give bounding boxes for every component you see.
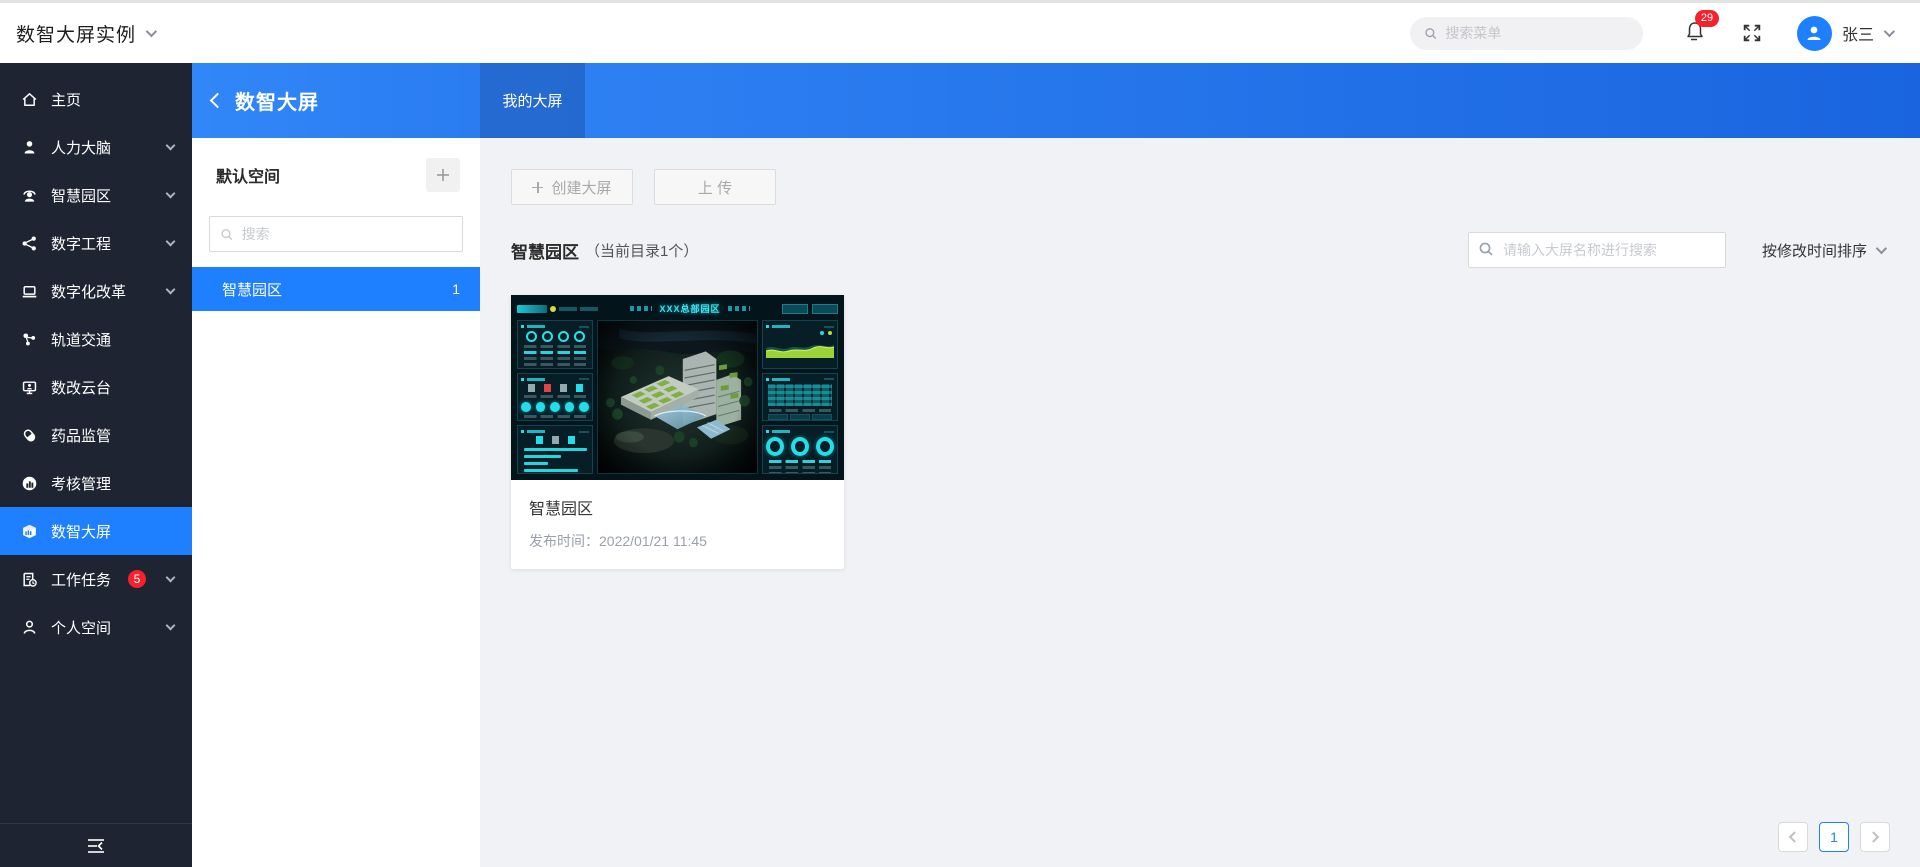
notification-badge: 29 xyxy=(1695,10,1719,27)
sidebar-item-digital-reform[interactable]: 数字化改革 xyxy=(0,267,192,315)
cube-icon xyxy=(20,523,38,540)
sort-dropdown[interactable]: 按修改时间排序 xyxy=(1762,240,1884,261)
space-title: 默认空间 xyxy=(216,163,280,187)
main-header: 我的大屏 xyxy=(480,63,1920,138)
avatar xyxy=(1797,16,1832,51)
sidebar-footer xyxy=(0,823,192,867)
sidebar-item-digital-engineering[interactable]: 数字工程 xyxy=(0,219,192,267)
headset-icon xyxy=(20,187,38,204)
home-icon xyxy=(20,91,38,108)
pagination-next-button[interactable] xyxy=(1860,822,1890,852)
user-icon xyxy=(20,619,38,636)
plus-icon xyxy=(532,182,543,193)
main-area: 我的大屏 创建大屏 上 传 智慧园区 （当前目录1个） xyxy=(480,63,1920,867)
collapse-menu-icon[interactable] xyxy=(85,837,107,855)
create-screen-button[interactable]: 创建大屏 xyxy=(511,169,633,205)
menu-search-input[interactable] xyxy=(1445,25,1629,41)
user-menu[interactable]: 张三 xyxy=(1797,16,1892,51)
sidebar-item-home[interactable]: 主页 xyxy=(0,75,192,123)
folder-count: 1 xyxy=(452,281,460,297)
monitor-icon xyxy=(20,379,38,396)
chevron-down-icon xyxy=(166,572,176,582)
space-search-input[interactable] xyxy=(242,226,452,242)
capsule-icon xyxy=(20,427,38,444)
search-icon xyxy=(1424,26,1437,41)
chevron-down-icon xyxy=(166,236,176,246)
user-avatar-icon xyxy=(1804,23,1824,43)
screen-thumbnail: XXX总部园区 xyxy=(511,295,844,480)
app-title-dropdown[interactable]: 数智大屏实例 xyxy=(16,20,154,47)
screen-search-input[interactable] xyxy=(1468,232,1726,268)
notifications-button[interactable]: 29 xyxy=(1683,19,1707,48)
chevron-down-icon xyxy=(166,284,176,294)
screen-card[interactable]: XXX总部园区 xyxy=(511,295,844,569)
thumb-deco-left xyxy=(630,306,652,311)
sidebar-item-cloud-platform[interactable]: 数改云台 xyxy=(0,363,192,411)
thumb-panel-rings xyxy=(517,320,593,369)
chevron-down-icon xyxy=(146,26,157,37)
panel-title: 数智大屏 xyxy=(235,86,319,115)
task-icon xyxy=(20,571,38,588)
thumb-button xyxy=(782,304,808,314)
thumb-deco-right xyxy=(728,306,750,311)
spaces-panel: 数智大屏 默认空间 智慧园区 1 xyxy=(192,63,480,867)
thumb-title: XXX总部园区 xyxy=(659,302,720,315)
section-title: 智慧园区 xyxy=(511,238,579,263)
task-count-badge: 5 xyxy=(128,570,146,588)
menu-search[interactable] xyxy=(1410,17,1643,50)
back-icon[interactable] xyxy=(210,93,226,109)
thumb-panel-devices xyxy=(517,373,593,422)
chevron-right-icon xyxy=(1868,831,1879,842)
sidebar-item-smart-screen[interactable]: 数智大屏 xyxy=(0,507,192,555)
person-icon xyxy=(20,139,38,156)
sidebar: 主页 人力大脑 智慧园区 数字工程 数字化改革 xyxy=(0,63,192,867)
sidebar-item-assessment[interactable]: 考核管理 xyxy=(0,459,192,507)
card-publish-time: 发布时间：2022/01/21 11:45 xyxy=(529,531,826,551)
sidebar-item-personal-space[interactable]: 个人空间 xyxy=(0,603,192,651)
sidebar-item-rail-transit[interactable]: 轨道交通 xyxy=(0,315,192,363)
plus-icon xyxy=(436,168,450,182)
thumb-building-render xyxy=(597,320,758,474)
laptop-icon xyxy=(20,283,38,300)
share-icon xyxy=(20,235,38,252)
chevron-down-icon xyxy=(1876,243,1887,254)
thumb-panel-bars xyxy=(517,425,593,474)
thumb-panel-big-rings xyxy=(762,425,838,474)
sidebar-item-drug-supervision[interactable]: 药品监管 xyxy=(0,411,192,459)
folder-item-smart-park[interactable]: 智慧园区 1 xyxy=(192,267,480,311)
thumb-button xyxy=(812,304,838,314)
user-name: 张三 xyxy=(1842,21,1874,45)
fullscreen-icon[interactable] xyxy=(1741,22,1763,44)
pagination: 1 xyxy=(1778,822,1890,852)
pagination-page-1[interactable]: 1 xyxy=(1819,822,1849,852)
add-space-button[interactable] xyxy=(426,158,460,192)
space-search[interactable] xyxy=(209,216,463,252)
topbar: 数智大屏实例 29 张三 xyxy=(0,3,1920,63)
sidebar-item-work-tasks[interactable]: 工作任务 5 xyxy=(0,555,192,603)
chart-icon xyxy=(20,475,38,492)
thumb-weather-icon xyxy=(550,306,556,312)
thumb-panel-area-chart xyxy=(762,320,838,369)
chevron-down-icon xyxy=(166,188,176,198)
sidebar-item-hr-brain[interactable]: 人力大脑 xyxy=(0,123,192,171)
search-icon xyxy=(220,227,234,242)
panel-header: 数智大屏 xyxy=(192,63,480,138)
app-title: 数智大屏实例 xyxy=(16,20,136,47)
thumb-logo xyxy=(517,305,547,313)
chevron-down-icon xyxy=(166,620,176,630)
upload-button[interactable]: 上 传 xyxy=(654,169,776,205)
search-icon xyxy=(1478,241,1494,257)
section-count: （当前目录1个） xyxy=(585,240,698,261)
nodes-icon xyxy=(20,331,38,348)
thumb-panel-grid xyxy=(762,373,838,422)
chevron-down-icon xyxy=(166,140,176,150)
sidebar-item-smart-park[interactable]: 智慧园区 xyxy=(0,171,192,219)
folder-label: 智慧园区 xyxy=(222,279,282,300)
tab-my-screens[interactable]: 我的大屏 xyxy=(480,63,585,138)
chevron-left-icon xyxy=(1789,831,1800,842)
pagination-prev-button[interactable] xyxy=(1778,822,1808,852)
chevron-down-icon xyxy=(1884,26,1895,37)
card-title: 智慧园区 xyxy=(529,495,826,519)
